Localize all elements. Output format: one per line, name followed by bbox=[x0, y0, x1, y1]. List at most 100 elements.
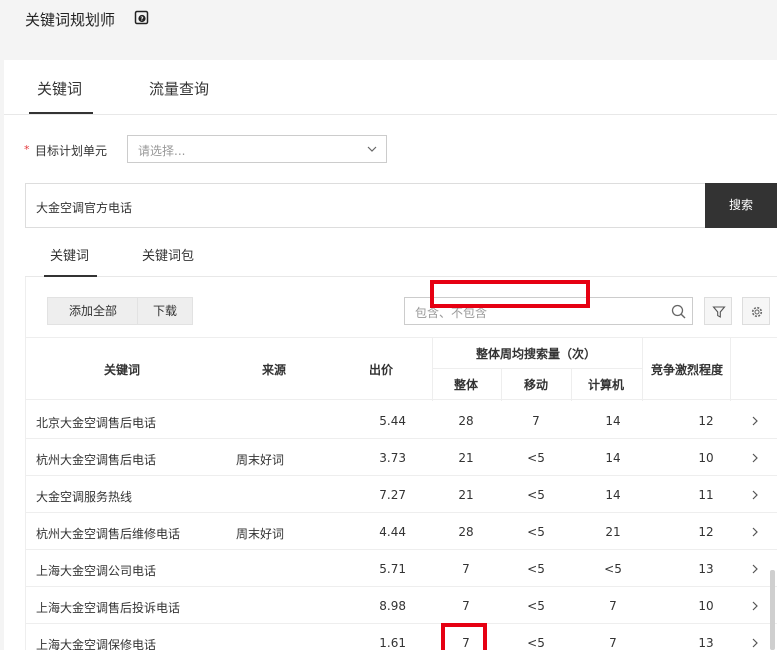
cell-competition: 11 bbox=[698, 488, 714, 502]
subtab-keywords[interactable]: 关键词 bbox=[50, 245, 89, 264]
col-keyword[interactable]: 关键词 bbox=[104, 361, 140, 378]
header-divider bbox=[432, 338, 433, 401]
chevron-right-icon[interactable] bbox=[751, 452, 759, 464]
table-row[interactable]: 上海大金空调公司电话 5.71 7 <5 <5 13 bbox=[26, 550, 777, 587]
cell-pc: 7 bbox=[609, 599, 617, 613]
chevron-right-icon[interactable] bbox=[751, 637, 759, 649]
cell-pc: <5 bbox=[604, 562, 622, 576]
chevron-right-icon[interactable] bbox=[751, 489, 759, 501]
target-unit-placeholder: 请选择... bbox=[138, 144, 186, 158]
download-button[interactable]: 下载 bbox=[137, 297, 193, 325]
tab-keywords[interactable]: 关键词 bbox=[37, 78, 82, 99]
cell-mobile: <5 bbox=[527, 636, 545, 650]
results-area: 添加全部 下载 包含、不包含 关键词 来源 出价 整体周均搜索量（次） 整体 移… bbox=[25, 277, 777, 650]
cell-mobile: <5 bbox=[527, 525, 545, 539]
table-row[interactable]: 杭州大金空调售后维修电话 周末好词 4.44 28 <5 21 12 bbox=[26, 513, 777, 550]
table-row[interactable]: 上海大金空调售后投诉电话 8.98 7 <5 7 10 bbox=[26, 587, 777, 624]
table-row[interactable]: 上海大金空调保修电话 1.61 7 <5 7 13 bbox=[26, 624, 777, 650]
table-header: 关键词 来源 出价 整体周均搜索量（次） 整体 移动 计算机 竞争激烈程度 bbox=[26, 337, 777, 401]
search-button[interactable]: 搜索 bbox=[705, 183, 777, 228]
col-source: 来源 bbox=[262, 363, 287, 377]
cell-mobile: <5 bbox=[527, 488, 545, 502]
app-title: 关键词规划师 bbox=[25, 11, 116, 29]
required-mark: * bbox=[24, 143, 30, 156]
help-book-icon[interactable]: ? bbox=[134, 10, 149, 25]
cell-bid: 3.73 bbox=[379, 451, 406, 465]
cell-overall: 28 bbox=[458, 414, 474, 428]
cell-source: 周末好词 bbox=[236, 527, 285, 541]
cell-keyword: 上海大金空调保修电话 bbox=[36, 638, 157, 650]
cell-keyword: 上海大金空调售后投诉电话 bbox=[36, 601, 181, 615]
cell-keyword: 上海大金空调公司电话 bbox=[36, 564, 157, 578]
cell-bid: 1.61 bbox=[379, 636, 406, 650]
tab-traffic-query[interactable]: 流量查询 bbox=[149, 78, 209, 99]
cell-bid: 7.27 bbox=[379, 488, 406, 502]
cell-competition: 13 bbox=[698, 636, 714, 650]
header-divider bbox=[730, 338, 731, 401]
cell-overall: 7 bbox=[462, 599, 470, 613]
search-icon[interactable] bbox=[671, 304, 686, 319]
cell-mobile: <5 bbox=[527, 599, 545, 613]
cell-competition: 12 bbox=[698, 525, 714, 539]
col-pc[interactable]: 计算机 bbox=[588, 376, 624, 393]
page-header: 关键词规划师 ? bbox=[4, 0, 777, 60]
chevron-right-icon[interactable] bbox=[751, 600, 759, 612]
table-row[interactable]: 北京大金空调售后电话 5.44 28 7 14 12 bbox=[26, 402, 777, 439]
chevron-right-icon[interactable] bbox=[751, 563, 759, 575]
main-panel: 关键词 流量查询 * 目标计划单元 请选择... 大金空调官方电话 搜索 关键词… bbox=[4, 60, 777, 650]
cell-keyword: 杭州大金空调售后电话 bbox=[36, 453, 157, 467]
cell-source: 周末好词 bbox=[236, 453, 285, 467]
scrollbar[interactable] bbox=[770, 570, 775, 650]
chevron-right-icon[interactable] bbox=[751, 415, 759, 427]
header-divider bbox=[642, 338, 643, 401]
cell-keyword: 北京大金空调售后电话 bbox=[36, 416, 157, 430]
col-bid[interactable]: 出价 bbox=[369, 361, 393, 378]
keyword-search-input[interactable]: 大金空调官方电话 bbox=[25, 183, 706, 228]
search-value: 大金空调官方电话 bbox=[36, 201, 133, 215]
cell-overall: 7 bbox=[462, 562, 470, 576]
header-divider bbox=[432, 368, 642, 369]
settings-button[interactable] bbox=[742, 297, 770, 325]
cell-competition: 13 bbox=[698, 562, 714, 576]
header-divider bbox=[571, 369, 572, 401]
add-all-button[interactable]: 添加全部 bbox=[47, 297, 139, 325]
col-mobile[interactable]: 移动 bbox=[524, 376, 548, 393]
cell-mobile: <5 bbox=[527, 562, 545, 576]
cell-pc: 14 bbox=[605, 414, 621, 428]
cell-pc: 7 bbox=[609, 636, 617, 650]
col-overall[interactable]: 整体 bbox=[454, 376, 478, 393]
cell-keyword: 大金空调服务热线 bbox=[36, 490, 133, 504]
cell-bid: 5.71 bbox=[379, 562, 406, 576]
svg-text:?: ? bbox=[140, 17, 143, 23]
cell-mobile: <5 bbox=[527, 451, 545, 465]
chevron-down-icon bbox=[367, 146, 377, 152]
table-row[interactable]: 大金空调服务热线 7.27 21 <5 14 11 bbox=[26, 476, 777, 513]
cell-keyword: 杭州大金空调售后维修电话 bbox=[36, 527, 181, 541]
funnel-icon bbox=[712, 306, 726, 318]
highlight-box-cell bbox=[441, 623, 487, 650]
main-tabs: 关键词 流量查询 bbox=[4, 60, 777, 115]
chevron-right-icon[interactable] bbox=[751, 526, 759, 538]
cell-overall: 21 bbox=[458, 488, 474, 502]
cell-competition: 10 bbox=[698, 451, 714, 465]
cell-bid: 5.44 bbox=[379, 414, 406, 428]
table-row[interactable]: 杭州大金空调售后电话 周末好词 3.73 21 <5 14 10 bbox=[26, 439, 777, 476]
highlight-box-header bbox=[430, 280, 590, 308]
target-unit-label: 目标计划单元 bbox=[35, 144, 108, 158]
cell-pc: 14 bbox=[605, 451, 621, 465]
sub-tabs: 关键词 关键词包 bbox=[25, 232, 777, 277]
subtab-keyword-packages[interactable]: 关键词包 bbox=[142, 245, 194, 264]
cell-overall: 28 bbox=[458, 525, 474, 539]
cell-bid: 4.44 bbox=[379, 525, 406, 539]
cell-bid: 8.98 bbox=[379, 599, 406, 613]
cell-pc: 21 bbox=[605, 525, 621, 539]
header-divider bbox=[501, 369, 502, 401]
col-weekly-search-group: 整体周均搜索量（次） bbox=[476, 347, 597, 361]
gear-icon bbox=[751, 306, 763, 318]
cell-mobile: 7 bbox=[532, 414, 540, 428]
filter-button[interactable] bbox=[704, 297, 732, 325]
target-unit-select[interactable]: 请选择... bbox=[127, 135, 387, 163]
cell-overall: 21 bbox=[458, 451, 474, 465]
col-competition[interactable]: 竞争激烈程度 bbox=[651, 361, 723, 378]
cell-pc: 14 bbox=[605, 488, 621, 502]
